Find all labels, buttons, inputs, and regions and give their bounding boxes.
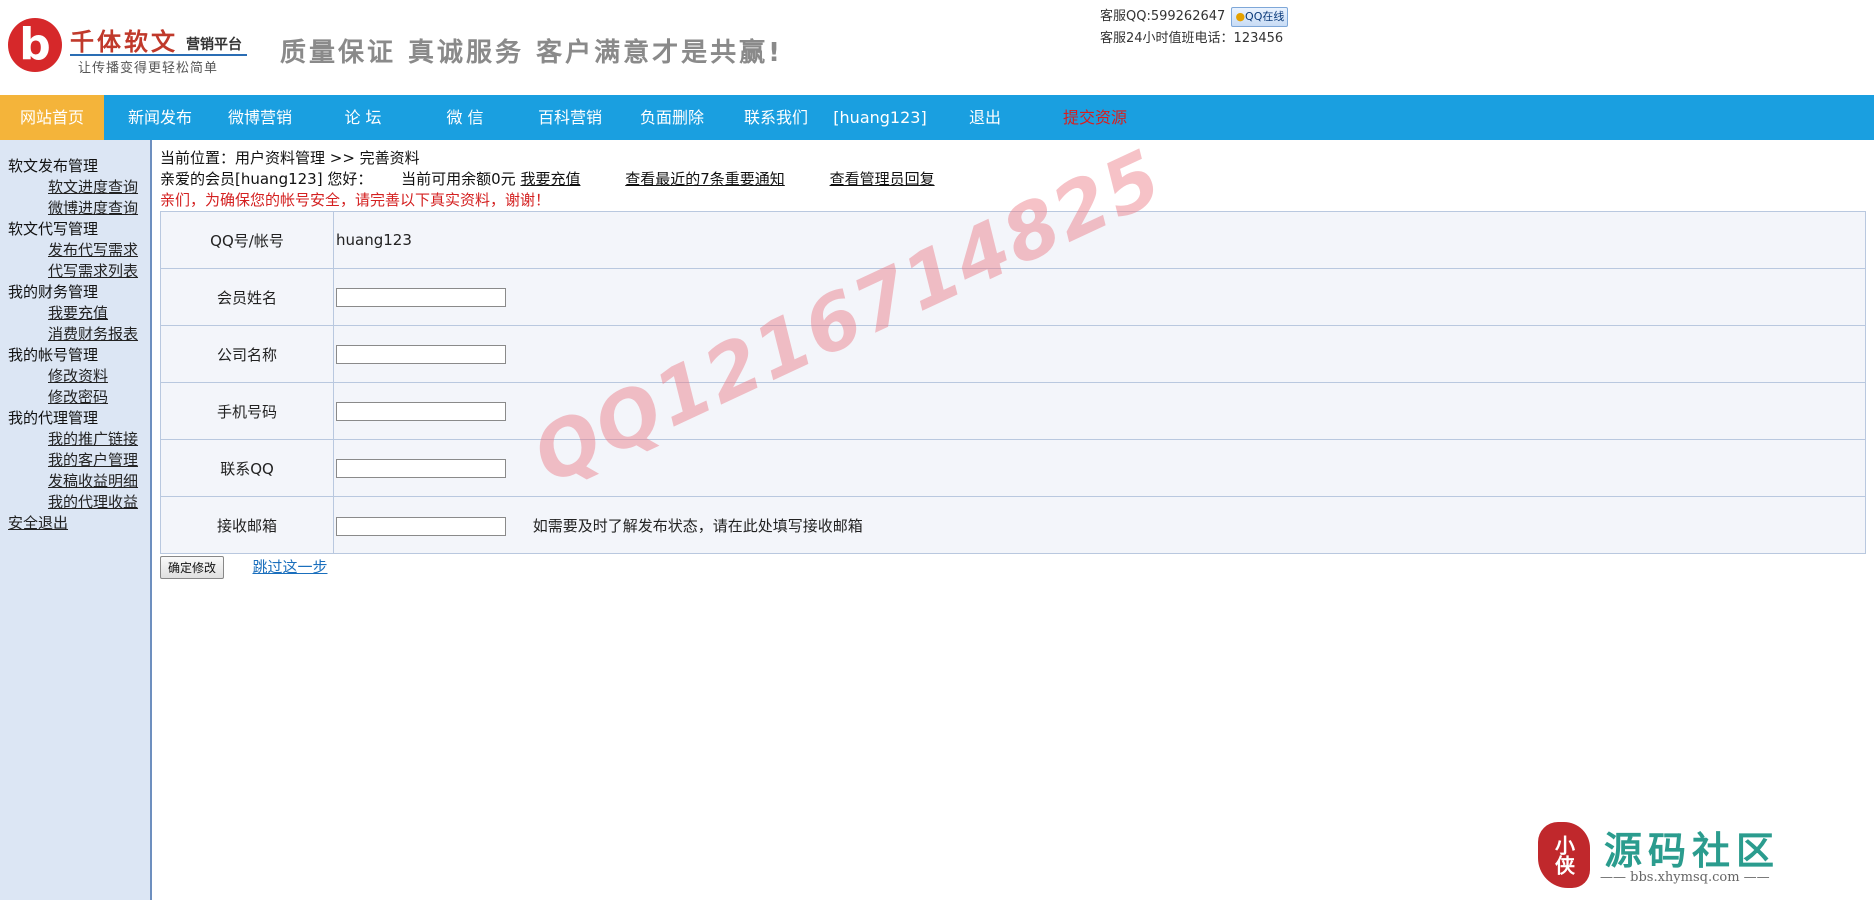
brand-watermark: 小侠 源码社区 —— bbs.xhymsq.com ——: [1538, 814, 1838, 894]
form-row-name: 会员姓名: [160, 268, 1866, 326]
logo-divider: [70, 54, 247, 56]
sidebar-link[interactable]: 发稿收益明细: [8, 471, 148, 492]
brand-seal-icon: 小侠: [1538, 822, 1590, 888]
contact-qq: 客服QQ:599262647: [1100, 9, 1226, 24]
account-label: QQ号/帐号: [160, 211, 334, 269]
breadcrumb: 当前位置：用户资料管理 >> 完善资料: [160, 149, 420, 167]
nav-home[interactable]: 网站首页: [0, 95, 104, 140]
brand-name: 源码社区: [1604, 828, 1781, 873]
form-row-company: 公司名称: [160, 325, 1866, 383]
qq-online-button[interactable]: ●QQ在线: [1231, 6, 1289, 27]
form-row-phone: 手机号码: [160, 382, 1866, 440]
contact-info: 客服QQ:599262647 ●QQ在线 客服24小时值班电话：123456: [1100, 6, 1289, 50]
company-input[interactable]: [336, 344, 506, 364]
form-row-qq: 联系QQ: [160, 439, 1866, 497]
sidebar-link[interactable]: 修改资料: [8, 366, 148, 387]
skip-link[interactable]: 跳过这一步: [252, 558, 327, 576]
nav-user[interactable]: [huang123]: [830, 95, 930, 140]
qq-input[interactable]: [336, 458, 506, 478]
welcome-bar: 亲爱的会员[huang123] 您好： 当前可用余额0元 我要充值 查看最近的7…: [160, 169, 1866, 190]
security-warning: 亲们，为确保您的帐号安全，请完善以下真实资料，谢谢！: [160, 191, 551, 209]
main-nav: 网站首页 新闻发布 微博营销 论 坛 微 信 百科营销 负面删除 联系我们 [h…: [0, 95, 1874, 140]
logo-subtitle: 营销平台: [186, 37, 242, 53]
sidebar-group-title: 软文代写管理: [8, 220, 99, 238]
sidebar-link[interactable]: 我要充值: [8, 303, 148, 324]
nav-negative-delete[interactable]: 负面删除: [622, 95, 722, 140]
balance-text: 当前可用余额0元: [401, 170, 516, 188]
main-content: 当前位置：用户资料管理 >> 完善资料 亲爱的会员[huang123] 您好： …: [160, 148, 1866, 579]
nav-logout[interactable]: 退出: [940, 95, 1030, 140]
sidebar-menu: 软文发布管理 软文进度查询 微博进度查询 软文代写管理 发布代写需求 代写需求列…: [8, 156, 148, 534]
name-label: 会员姓名: [160, 268, 334, 326]
sidebar-exit-link[interactable]: 安全退出: [8, 513, 148, 534]
sidebar-link[interactable]: 代写需求列表: [8, 261, 148, 282]
sidebar-link[interactable]: 微博进度查询: [8, 198, 148, 219]
profile-form: QQ号/帐号 huang123 会员姓名 公司名称 手机号码 联系QQ 接收邮箱…: [160, 211, 1866, 554]
header: b 千体软文 营销平台 让传播变得更轻松简单 质量保证 真诚服务 客户满意才是共…: [0, 0, 1874, 95]
sidebar-link[interactable]: 消费财务报表: [8, 324, 148, 345]
sidebar-group-title: 我的代理管理: [8, 409, 99, 427]
form-actions: 确定修改 跳过这一步: [160, 556, 1866, 579]
sidebar-group-title: 我的帐号管理: [8, 346, 99, 364]
logo-slogan: 让传播变得更轻松简单: [78, 61, 219, 76]
nav-weibo[interactable]: 微博营销: [210, 95, 310, 140]
contact-phone: 客服24小时值班电话：123456: [1100, 31, 1284, 46]
sidebar-link[interactable]: 软文进度查询: [8, 177, 148, 198]
logo-name[interactable]: 千体软文: [70, 22, 178, 57]
nav-contact[interactable]: 联系我们: [726, 95, 826, 140]
sidebar-link[interactable]: 发布代写需求: [8, 240, 148, 261]
email-label: 接收邮箱: [160, 496, 334, 554]
header-headline: 质量保证 真诚服务 客户满意才是共赢!: [280, 38, 783, 68]
phone-input[interactable]: [336, 401, 506, 421]
email-hint: 如需要及时了解发布状态，请在此处填写接收邮箱: [532, 516, 863, 535]
notices-link[interactable]: 查看最近的7条重要通知: [625, 170, 785, 188]
greeting-text: 亲爱的会员[huang123] 您好：: [160, 170, 373, 188]
account-value: huang123: [333, 211, 1866, 269]
nav-submit-resource[interactable]: 提交资源: [1040, 95, 1150, 140]
company-label: 公司名称: [160, 325, 334, 383]
nav-forum[interactable]: 论 坛: [318, 95, 408, 140]
sidebar-link[interactable]: 我的代理收益: [8, 492, 148, 513]
sidebar: 软文发布管理 软文进度查询 微博进度查询 软文代写管理 发布代写需求 代写需求列…: [0, 140, 152, 900]
sidebar-group-title: 软文发布管理: [8, 157, 99, 175]
email-input[interactable]: [336, 516, 506, 536]
confirm-button[interactable]: 确定修改: [160, 556, 225, 579]
brand-url: —— bbs.xhymsq.com ——: [1600, 870, 1770, 885]
phone-label: 手机号码: [160, 382, 334, 440]
sidebar-link[interactable]: 修改密码: [8, 387, 148, 408]
name-input[interactable]: [336, 287, 506, 307]
qq-label: 联系QQ: [160, 439, 334, 497]
form-row-account: QQ号/帐号 huang123: [160, 211, 1866, 269]
nav-baike[interactable]: 百科营销: [520, 95, 620, 140]
nav-wechat[interactable]: 微 信: [420, 95, 510, 140]
logo-icon[interactable]: b: [8, 18, 62, 72]
penguin-icon: ●: [1235, 9, 1246, 23]
form-row-email: 接收邮箱 如需要及时了解发布状态，请在此处填写接收邮箱: [160, 496, 1866, 554]
sidebar-link[interactable]: 我的客户管理: [8, 450, 148, 471]
admin-reply-link[interactable]: 查看管理员回复: [830, 170, 935, 188]
sidebar-group-title: 我的财务管理: [8, 283, 99, 301]
sidebar-link[interactable]: 我的推广链接: [8, 429, 148, 450]
nav-news[interactable]: 新闻发布: [110, 95, 210, 140]
recharge-link[interactable]: 我要充值: [520, 170, 580, 188]
